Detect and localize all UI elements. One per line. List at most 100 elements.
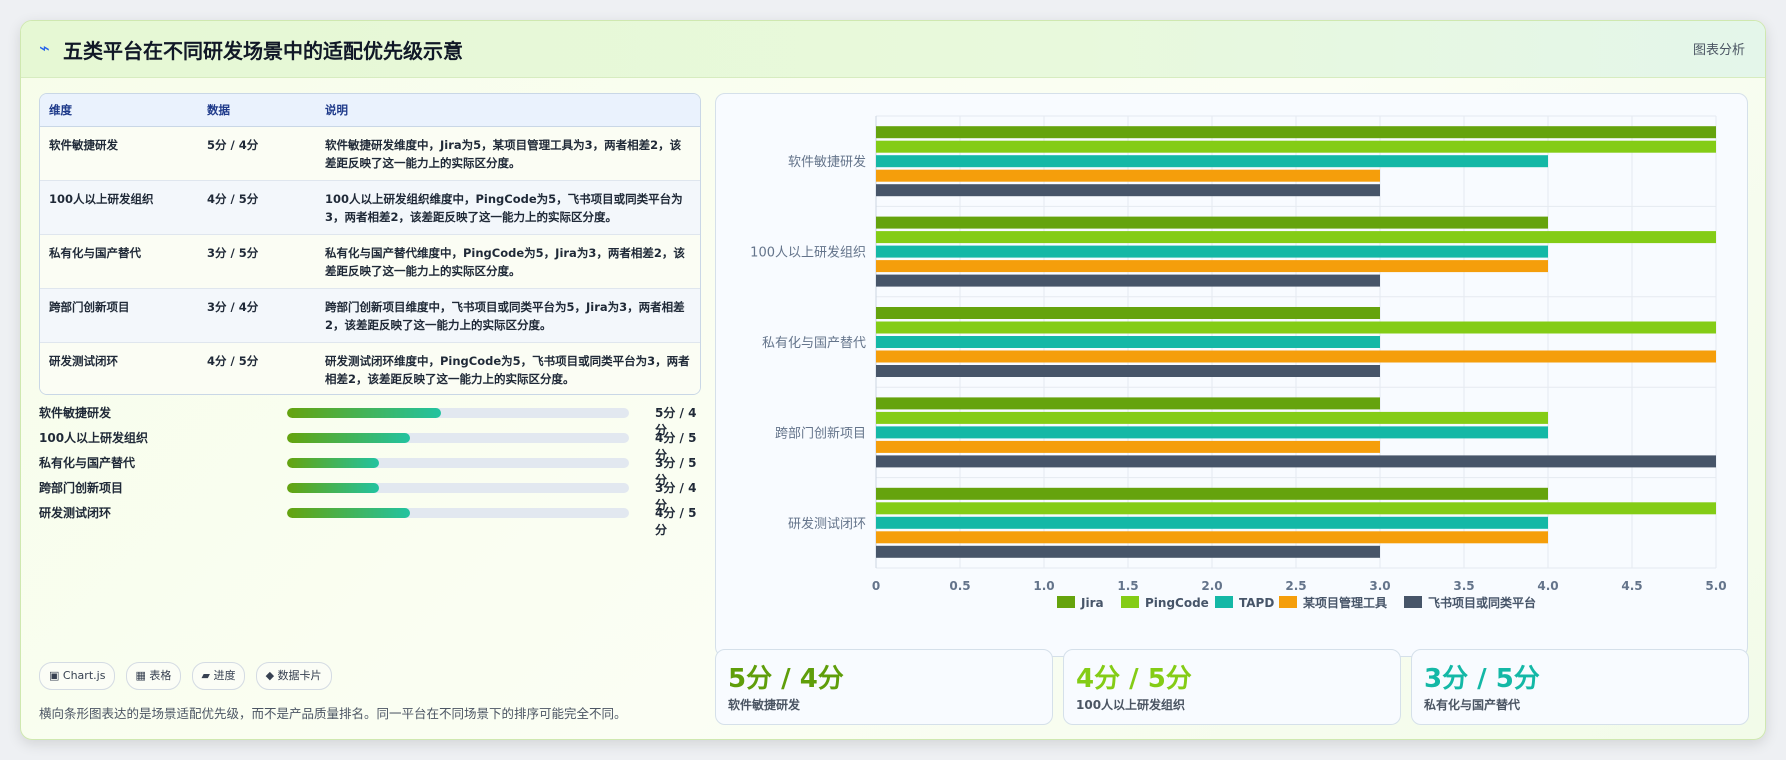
progress-label: 私有化与国产替代 <box>39 456 136 470</box>
chip-chartjs[interactable]: ▣ Chart.js <box>39 662 116 690</box>
kpi-label: 私有化与国产替代 <box>1424 698 1521 712</box>
chart-analysis-tag: 图表分析 <box>1692 43 1745 58</box>
cell-dimension: 私有化与国产替代 <box>40 234 198 289</box>
chart-icon: ▣ <box>49 669 60 682</box>
bar <box>876 336 1380 348</box>
bar-chart: 0 0.5 1.0 1.5 2.0 2.5 3.0 3.5 4.0 4.5 5.0 软件敏捷研发 100… <box>750 115 1727 610</box>
header-bar: ⌁ 五类平台在不同研发场景中的适配优先级示意 图表分析 <box>21 21 1765 78</box>
bar <box>876 411 1548 424</box>
cell-dimension: 跨部门创新项目 <box>40 288 198 343</box>
y-category-label: 100人以上研发组织 <box>750 245 866 261</box>
progress-label: 100人以上研发组织 <box>39 431 149 445</box>
bar <box>876 184 1380 197</box>
kpi-value: 5分 / 4分 <box>728 664 844 694</box>
bar <box>876 169 1380 182</box>
progress-row: 跨部门创新项目 3分 / 4分 <box>39 477 699 512</box>
main-card: ⌁ 五类平台在不同研发场景中的适配优先级示意 图表分析 维度 数据 说明 软件敏… <box>20 20 1766 740</box>
legend-label: Jira <box>1080 596 1104 610</box>
x-tick-label: 1.0 <box>1033 579 1054 593</box>
bar <box>876 516 1548 529</box>
chip-label: 表格 <box>149 669 172 682</box>
kpi-card: 4分 / 5分 100人以上研发组织 <box>1063 649 1401 725</box>
legend-label: TAPD <box>1239 596 1274 610</box>
cell-data: 3分 / 4分 <box>198 288 316 343</box>
kpi-value: 4分 / 5分 <box>1076 664 1192 694</box>
bar <box>876 350 1716 363</box>
progress-label: 软件敏捷研发 <box>39 406 112 420</box>
chip-table[interactable]: ▦ 表格 <box>125 662 182 690</box>
legend-swatch <box>1057 596 1075 608</box>
progress-fill <box>287 458 380 468</box>
progress-track <box>287 508 629 518</box>
progress-row: 研发测试闭环 4分 / 5分 <box>39 502 699 537</box>
legend-swatch <box>1215 596 1233 608</box>
tech-chips: ▣ Chart.js ▦ 表格 ▰ 进度 ◆ 数据卡片 <box>39 662 337 690</box>
progress-track <box>287 483 629 493</box>
bar <box>876 321 1716 334</box>
legend-label: 某项目管理工具 <box>1303 595 1387 610</box>
table-row: 软件敏捷研发 5分 / 4分 软件敏捷研发维度中，Jira为5，某项目管理工具为… <box>40 126 700 181</box>
x-tick-label: 4.0 <box>1537 579 1558 593</box>
progress-track <box>287 408 629 418</box>
bar <box>876 545 1380 558</box>
x-tick-label: 4.5 <box>1621 579 1642 593</box>
cell-description: 私有化与国产替代维度中，PingCode为5，Jira为3，两者相差2，该差距反… <box>316 234 700 289</box>
legend-swatch <box>1279 596 1297 608</box>
cell-dimension: 研发测试闭环 <box>40 342 198 394</box>
page-title: 五类平台在不同研发场景中的适配优先级示意 <box>63 39 463 63</box>
progress-fill <box>287 408 441 418</box>
progress-row: 软件敏捷研发 5分 / 4分 <box>39 402 699 437</box>
legend-label: 飞书项目或同类平台 <box>1428 595 1536 610</box>
cell-data: 3分 / 5分 <box>198 234 316 289</box>
progress-list: 软件敏捷研发 5分 / 4分 100人以上研发组织 4分 / 5分 私有化与国产… <box>39 402 699 537</box>
bar <box>876 216 1548 229</box>
progress-track <box>287 458 629 468</box>
bar <box>876 397 1380 410</box>
kpi-label: 软件敏捷研发 <box>728 698 801 712</box>
y-category-label: 软件敏捷研发 <box>788 154 866 170</box>
legend-label: PingCode <box>1145 596 1209 610</box>
footnote: 横向条形图表达的是场景适配优先级，而不是产品质量排名。同一平台在不同场景下的排序… <box>39 706 627 721</box>
x-tick-label: 3.0 <box>1369 579 1390 593</box>
progress-fill <box>287 433 411 443</box>
bar <box>876 502 1716 515</box>
cell-description: 软件敏捷研发维度中，Jira为5，某项目管理工具为3，两者相差2，该差距反映了这… <box>316 126 700 181</box>
bar <box>876 231 1716 244</box>
column-header-dimension: 维度 <box>40 94 198 127</box>
progress-value: 4分 / 5分 <box>655 506 697 537</box>
y-category-label: 跨部门创新项目 <box>775 425 866 441</box>
table-row: 研发测试闭环 4分 / 5分 研发测试闭环维度中，PingCode为5，飞书项目… <box>40 342 700 394</box>
progress-fill <box>287 508 411 518</box>
cell-description: 100人以上研发组织维度中，PingCode为5，飞书项目或同类平台为3，两者相… <box>316 180 700 235</box>
bar <box>876 440 1380 453</box>
progress-fill <box>287 483 380 493</box>
bar <box>876 487 1548 500</box>
lightning-bolt-icon: ⌁ <box>39 38 50 59</box>
x-tick-label: 0.5 <box>949 579 970 593</box>
bar <box>876 126 1716 139</box>
cell-data: 4分 / 5分 <box>198 342 316 394</box>
cell-data: 5分 / 4分 <box>198 126 316 181</box>
bar <box>876 155 1548 168</box>
cell-description: 研发测试闭环维度中，PingCode为5，飞书项目或同类平台为3，两者相差2，该… <box>316 342 700 394</box>
kpi-label: 100人以上研发组织 <box>1076 698 1186 712</box>
bar <box>876 260 1548 273</box>
table-row: 私有化与国产替代 3分 / 5分 私有化与国产替代维度中，PingCode为5，… <box>40 234 700 289</box>
bar <box>876 307 1380 319</box>
chip-data-card[interactable]: ◆ 数据卡片 <box>255 662 332 690</box>
table-row: 跨部门创新项目 3分 / 4分 跨部门创新项目维度中，飞书项目或同类平台为5，J… <box>40 288 700 343</box>
bar <box>876 140 1716 153</box>
chip-label: 进度 <box>213 669 236 682</box>
diamond-icon: ◆ <box>265 669 275 682</box>
bar <box>876 245 1548 258</box>
x-tick-label: 5.0 <box>1705 579 1726 593</box>
progress-row: 私有化与国产替代 3分 / 5分 <box>39 452 699 487</box>
bar <box>876 274 1380 287</box>
x-tick-label: 0 <box>872 579 880 593</box>
legend-swatch <box>1404 596 1422 608</box>
x-tick-label: 3.5 <box>1453 579 1474 593</box>
y-category-label: 研发测试闭环 <box>788 516 866 532</box>
chart-panel: 0 0.5 1.0 1.5 2.0 2.5 3.0 3.5 4.0 4.5 5.0 软件敏捷研发 100… <box>715 93 1748 657</box>
chip-progress[interactable]: ▰ 进度 <box>191 662 246 690</box>
legend-swatch <box>1121 596 1139 608</box>
